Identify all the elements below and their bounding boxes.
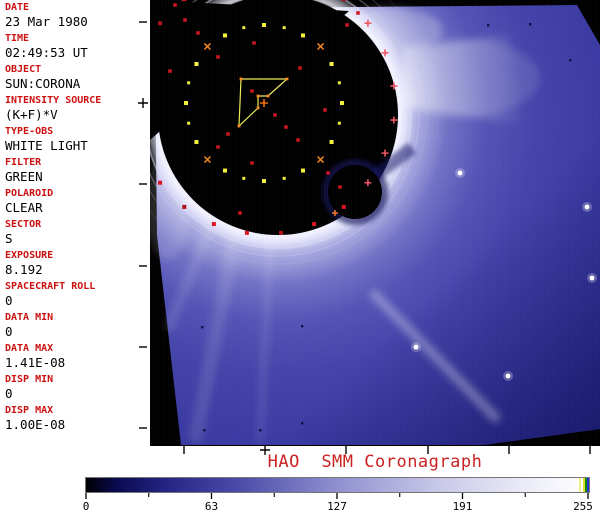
field-value: 8.192 <box>5 262 150 277</box>
coronagraph-canvas <box>150 0 600 446</box>
sidebar-field-exposure: EXPOSURE8.192 <box>0 250 150 281</box>
field-label: DISP MIN <box>5 374 150 386</box>
coronagraph-viewer: DATE23 Mar 1980TIME02:49:53 UTOBJECTSUN:… <box>0 0 600 512</box>
field-value: 0 <box>5 293 150 308</box>
coronagraph-image[interactable] <box>150 0 600 446</box>
metadata-sidebar: DATE23 Mar 1980TIME02:49:53 UTOBJECTSUN:… <box>0 0 150 450</box>
sidebar-field-data-max: DATA MAX1.41E-08 <box>0 343 150 374</box>
field-value: 1.41E-08 <box>5 355 150 370</box>
field-value: SUN:CORONA <box>5 76 150 91</box>
field-label: SPACECRAFT ROLL <box>5 281 150 293</box>
field-label: TYPE-OBS <box>5 126 150 138</box>
sidebar-field-disp-max: DISP MAX1.00E-08 <box>0 405 150 436</box>
colorbar-tick-label: 191 <box>453 500 473 512</box>
field-value: CLEAR <box>5 200 150 215</box>
field-value: 02:49:53 UT <box>5 45 150 60</box>
colorbar-annotation-stripe <box>589 478 590 493</box>
field-label: DATA MIN <box>5 312 150 324</box>
field-label: SECTOR <box>5 219 150 231</box>
field-label: OBJECT <box>5 64 150 76</box>
field-label: EXPOSURE <box>5 250 150 262</box>
field-value: 1.00E-08 <box>5 417 150 432</box>
field-label: DATA MAX <box>5 343 150 355</box>
sidebar-field-spacecraft-roll: SPACECRAFT ROLL0 <box>0 281 150 312</box>
field-label: DATE <box>5 2 150 14</box>
sidebar-field-intensity-source: INTENSITY SOURCE(K+F)*V <box>0 95 150 126</box>
field-label: TIME <box>5 33 150 45</box>
sidebar-field-data-min: DATA MIN0 <box>0 312 150 343</box>
sidebar-field-filter: FILTERGREEN <box>0 157 150 188</box>
field-label: FILTER <box>5 157 150 169</box>
left-axis-ticks <box>136 0 150 446</box>
sidebar-field-sector: SECTORS <box>0 219 150 250</box>
sidebar-field-polaroid: POLAROIDCLEAR <box>0 188 150 219</box>
sidebar-field-date: DATE23 Mar 1980 <box>0 2 150 33</box>
sidebar-field-time: TIME02:49:53 UT <box>0 33 150 64</box>
colorbar-tick-label: 63 <box>205 500 218 512</box>
image-title: HAO SMM Coronagraph <box>150 452 600 472</box>
field-label: INTENSITY SOURCE <box>5 95 150 107</box>
field-value: WHITE LIGHT <box>5 138 150 153</box>
field-label: POLAROID <box>5 188 150 200</box>
colorbar-wrap: 0 63 127 191 255 <box>85 477 590 511</box>
sidebar-field-type-obs: TYPE-OBSWHITE LIGHT <box>0 126 150 157</box>
field-value: 23 Mar 1980 <box>5 14 150 29</box>
field-value: GREEN <box>5 169 150 184</box>
secondary-occulter-disk <box>328 165 382 219</box>
colorbar-tick-label: 0 <box>83 500 90 512</box>
colorbar-tick-label: 255 <box>573 500 593 512</box>
sidebar-field-disp-min: DISP MIN0 <box>0 374 150 405</box>
colorbar <box>85 477 590 493</box>
field-label: DISP MAX <box>5 405 150 417</box>
colorbar-annotation-stripe <box>579 478 581 493</box>
sidebar-field-object: OBJECTSUN:CORONA <box>0 64 150 95</box>
colorbar-tick-label: 127 <box>327 500 347 512</box>
field-value: 0 <box>5 324 150 339</box>
field-value: (K+F)*V <box>5 107 150 122</box>
field-value: 0 <box>5 386 150 401</box>
field-value: S <box>5 231 150 246</box>
